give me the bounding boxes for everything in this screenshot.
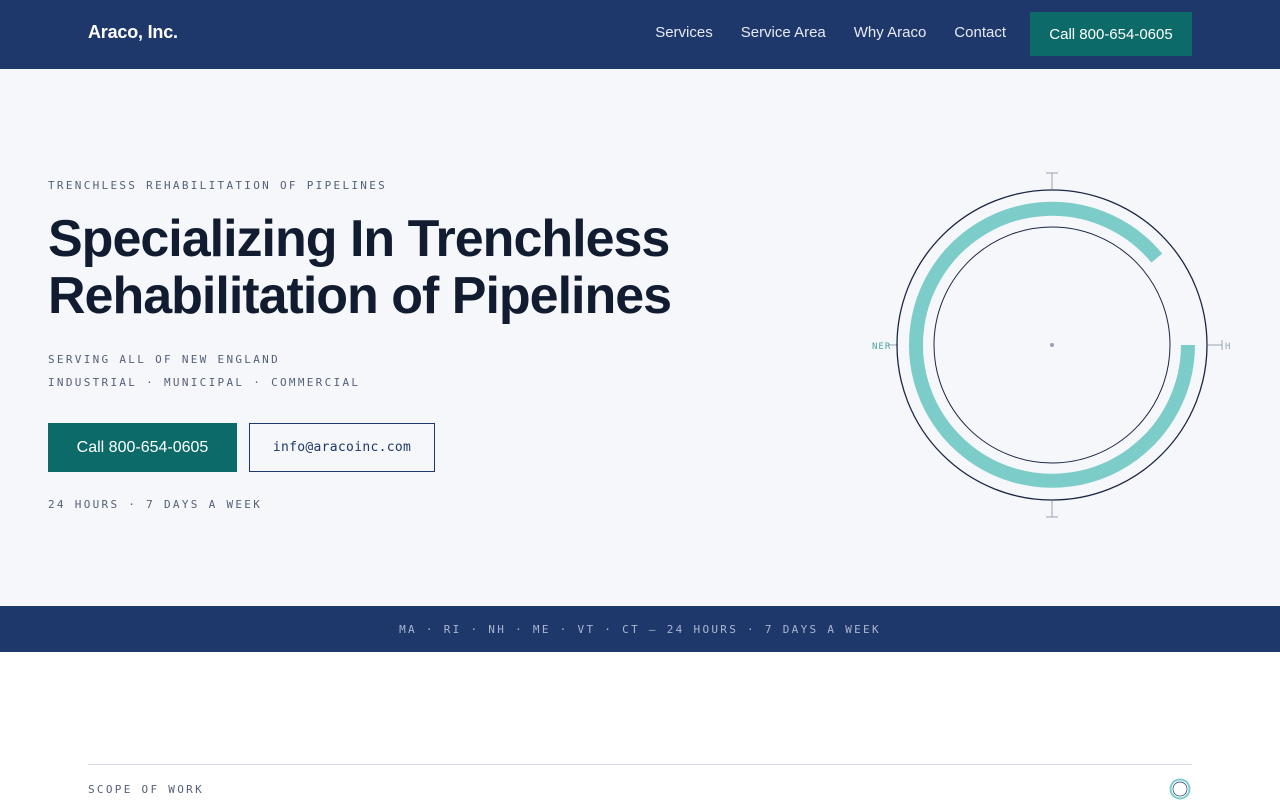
pipe-ring-icon-inner — [1172, 781, 1188, 797]
top-navbar: Araco, Inc. Services Service Area Why Ar… — [0, 0, 1280, 69]
scope-of-work-label: SCOPE OF WORK — [88, 783, 204, 796]
nav-link-why-araco[interactable]: Why Araco — [854, 24, 927, 41]
pipe-ring-icon — [1169, 778, 1191, 800]
hero-headline: Specializing In Trenchless Rehabilitatio… — [48, 211, 748, 325]
hero-email-button[interactable]: info@aracoinc.com — [249, 423, 435, 472]
hero-hours: 24 HOURS · 7 DAYS A WEEK — [48, 498, 263, 511]
diagram-label-left: NER — [872, 342, 891, 352]
brand-logo-link[interactable]: Araco, Inc. — [88, 22, 178, 43]
hero-eyebrow: TRENCHLESS REHABILITATION OF PIPELINES — [48, 179, 388, 192]
nav-link-services[interactable]: Services — [655, 24, 713, 41]
service-area-ribbon: MA · RI · NH · ME · VT · CT — 24 HOURS ·… — [0, 606, 1280, 652]
nav-link-service-area[interactable]: Service Area — [741, 24, 826, 41]
diagram-label-right: H — [1225, 342, 1230, 352]
hero-headline-line-2: Rehabilitation of Pipelines — [48, 267, 672, 325]
hero-section: TRENCHLESS REHABILITATION OF PIPELINES S… — [0, 69, 1280, 606]
nav-call-button[interactable]: Call 800-654-0605 — [1030, 12, 1192, 56]
hero-sectors: INDUSTRIAL · MUNICIPAL · COMMERCIAL — [48, 376, 361, 389]
hero-service-region: SERVING ALL OF NEW ENGLAND — [48, 353, 280, 366]
scope-divider — [88, 764, 1192, 765]
hero-headline-line-1: Specializing In Trenchless — [48, 210, 670, 268]
pipe-liner-diagram: NER H — [872, 172, 1230, 518]
nav-link-contact[interactable]: Contact — [954, 24, 1006, 41]
pipe-center-point — [1050, 343, 1054, 347]
nav-links: Services Service Area Why Araco Contact — [655, 24, 1006, 41]
ribbon-text: MA · RI · NH · ME · VT · CT — 24 HOURS ·… — [399, 622, 881, 636]
hero-call-button[interactable]: Call 800-654-0605 — [48, 423, 237, 472]
